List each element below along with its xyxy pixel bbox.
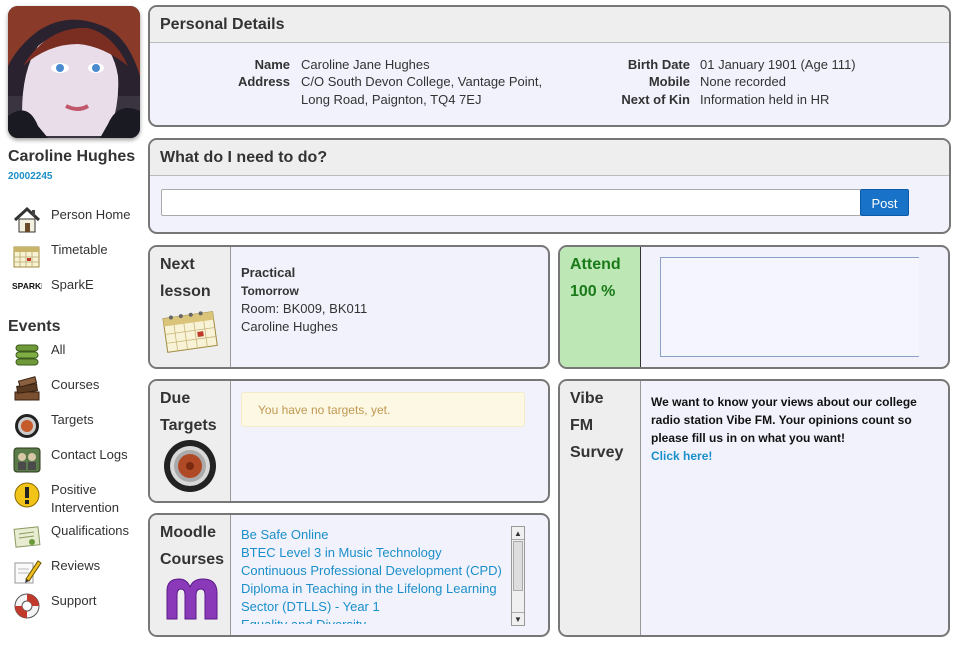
moodle-course-link[interactable]: Sector (DTLLS) - Year 1 bbox=[241, 598, 509, 616]
nav-label: Contact Logs bbox=[51, 447, 128, 462]
address-line1: C/O South Devon College, Vantage Point, bbox=[301, 74, 543, 89]
certificate-icon bbox=[12, 522, 42, 550]
survey-label-col: Vibe FM Survey bbox=[560, 381, 641, 635]
nav-label: SparkE bbox=[51, 277, 94, 292]
next-lesson-label-col: Next lesson bbox=[150, 247, 231, 367]
survey-text: We want to know your views about our col… bbox=[651, 395, 917, 445]
events-positive-intervention[interactable]: Positive Intervention bbox=[12, 481, 119, 517]
svg-text:SPARKE: SPARKE bbox=[12, 281, 42, 291]
exclamation-icon bbox=[12, 481, 42, 509]
survey-body: We want to know your views about our col… bbox=[641, 381, 948, 635]
lesson-when: Tomorrow bbox=[241, 284, 299, 298]
post-button[interactable]: Post bbox=[860, 189, 909, 216]
moodle-course-link[interactable]: Be Safe Online bbox=[241, 526, 509, 544]
todo-title: What do I need to do? bbox=[150, 140, 949, 176]
pencil-icon bbox=[12, 557, 42, 585]
next-lesson-label: Next lesson bbox=[160, 256, 211, 300]
todo-input[interactable] bbox=[161, 189, 861, 216]
person-name: Caroline Hughes bbox=[8, 148, 136, 165]
events-support[interactable]: Support bbox=[12, 592, 97, 620]
target-icon bbox=[12, 411, 42, 439]
moodle-label-col: Moodle Courses bbox=[150, 515, 231, 635]
next-of-kin-label: Next of Kin bbox=[621, 92, 690, 107]
nav-label: Courses bbox=[51, 377, 100, 392]
stack-icon bbox=[12, 341, 42, 369]
address-label: Address bbox=[237, 74, 290, 89]
events-all[interactable]: All bbox=[12, 341, 65, 369]
events-heading: Events bbox=[8, 318, 61, 335]
personal-details-title: Personal Details bbox=[150, 7, 949, 43]
contact-logs-icon bbox=[12, 446, 42, 474]
events-courses[interactable]: Courses bbox=[12, 376, 99, 404]
moodle-list-viewport: Be Safe Online BTEC Level 3 in Music Tec… bbox=[241, 526, 509, 624]
name-label: Name bbox=[254, 57, 290, 72]
moodle-courses-panel: Moodle Courses Be Safe Online BTEC Level … bbox=[148, 513, 550, 637]
nav-label: All bbox=[51, 342, 66, 357]
next-of-kin-value: Information held in HR bbox=[700, 92, 830, 107]
attendance-chart bbox=[660, 257, 919, 357]
scrollbar-thumb[interactable] bbox=[513, 541, 523, 591]
moodle-course-link[interactable]: Diploma in Teaching in the Lifelong Lear… bbox=[241, 580, 509, 598]
moodle-course-link[interactable]: Equality and Diversity bbox=[241, 616, 509, 624]
address-line2: Long Road, Paignton, TQ4 7EJ bbox=[301, 92, 482, 107]
nav-label: Positive Intervention bbox=[51, 482, 119, 515]
events-reviews[interactable]: Reviews bbox=[12, 557, 100, 585]
sparke-logo-icon: SPARKE bbox=[12, 276, 47, 304]
due-targets-label: Due Targets bbox=[160, 390, 217, 434]
moodle-course-list: Be Safe Online BTEC Level 3 in Music Tec… bbox=[231, 515, 548, 635]
calendar-icon bbox=[161, 307, 219, 360]
mobile-label: Mobile bbox=[648, 74, 690, 89]
nav-label: Support bbox=[51, 593, 97, 608]
survey-label: Vibe FM Survey bbox=[570, 390, 624, 461]
nav-label: Person Home bbox=[51, 207, 131, 222]
survey-panel: Vibe FM Survey We want to know your views … bbox=[558, 379, 950, 637]
house-icon bbox=[12, 206, 42, 234]
attend-panel: Attend 100 % bbox=[558, 245, 950, 369]
nav-person-home[interactable]: Person Home bbox=[12, 206, 130, 234]
mobile-value: None recorded bbox=[700, 74, 786, 89]
nav-label: Reviews bbox=[51, 558, 101, 573]
birth-date-label: Birth Date bbox=[627, 57, 690, 72]
lesson-teacher: Caroline Hughes bbox=[241, 319, 338, 334]
lifebuoy-icon bbox=[12, 592, 42, 620]
due-targets-panel: Due Targets You have no targets, yet. bbox=[148, 379, 550, 503]
avatar bbox=[8, 6, 140, 138]
attend-label-col: Attend 100 % bbox=[560, 247, 641, 367]
events-targets[interactable]: Targets bbox=[12, 411, 94, 439]
calendar-icon bbox=[12, 241, 42, 269]
moodle-label: Moodle Courses bbox=[160, 524, 225, 568]
due-targets-body: You have no targets, yet. bbox=[231, 381, 548, 501]
target-icon bbox=[163, 439, 217, 498]
survey-link[interactable]: Click here! bbox=[651, 447, 936, 465]
nav-sparke[interactable]: SPARKE SparkE bbox=[12, 276, 94, 304]
due-targets-label-col: Due Targets bbox=[150, 381, 231, 501]
no-targets-message: You have no targets, yet. bbox=[241, 392, 525, 427]
personal-details-panel: Personal Details Name Caroline Jane Hugh… bbox=[148, 5, 951, 127]
name-value: Caroline Jane Hughes bbox=[301, 57, 430, 72]
moodle-scrollbar[interactable]: ▲ ▼ bbox=[511, 526, 525, 626]
attend-label: Attend 100 % bbox=[570, 256, 621, 300]
next-lesson-body: Practical Tomorrow Room: BK009, BK011 Ca… bbox=[231, 247, 548, 367]
personal-details-body: Name Caroline Jane Hughes Address C/O So… bbox=[150, 56, 949, 125]
moodle-course-link[interactable]: Continuous Professional Development (CPD… bbox=[241, 562, 509, 580]
moodle-logo-icon bbox=[163, 573, 221, 626]
nav-label: Qualifications bbox=[51, 523, 130, 538]
events-qualifications[interactable]: Qualifications bbox=[12, 522, 129, 550]
events-contact-logs[interactable]: Contact Logs bbox=[12, 446, 128, 474]
todo-panel: What do I need to do? Post bbox=[148, 138, 951, 234]
nav-timetable[interactable]: Timetable bbox=[12, 241, 108, 269]
lesson-type: Practical bbox=[241, 265, 296, 280]
nav-label: Timetable bbox=[51, 242, 108, 257]
books-icon bbox=[12, 376, 42, 404]
lesson-room: Room: BK009, BK011 bbox=[241, 301, 368, 316]
moodle-course-link[interactable]: BTEC Level 3 in Music Technology bbox=[241, 544, 509, 562]
person-id[interactable]: 20002245 bbox=[8, 171, 53, 182]
sidebar: Caroline Hughes 20002245 Person Home Tim… bbox=[0, 0, 145, 647]
next-lesson-panel: Next lesson Practical Tomorrow Room: BK00… bbox=[148, 245, 550, 369]
nav-label: Targets bbox=[51, 412, 94, 427]
birth-date-value: 01 January 1901 (Age 111) bbox=[700, 57, 856, 72]
